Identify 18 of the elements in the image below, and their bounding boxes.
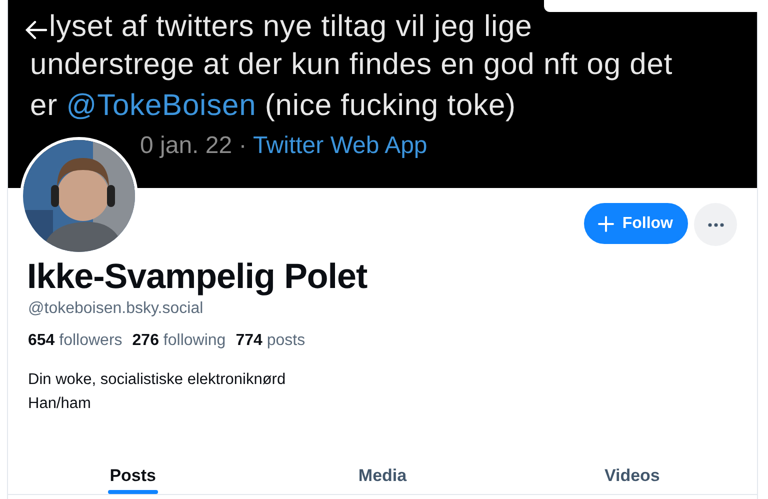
bio-text: Han/ham xyxy=(28,394,92,414)
tweet-text-line: understrege at der kun findes en god nft og det xyxy=(30,47,673,83)
profile-tab[interactable]: Posts xyxy=(110,440,156,494)
tweet-text-line: er @TokeBoisen (nice fucking toke) xyxy=(30,88,516,124)
user-handle: @tokeboisen.bsky.social xyxy=(28,299,204,319)
more-icon xyxy=(708,222,724,226)
tweet-meta-text: 0 jan. 22 · Twitter Web App xyxy=(139,131,428,161)
plus-icon xyxy=(598,216,614,232)
display-name: Ikke-Svampelig Polet xyxy=(27,256,368,298)
profile-tab[interactable]: Videos xyxy=(604,440,660,494)
tweet-text-line: lyset af twitters nye tiltag vil jeg lige xyxy=(49,10,532,44)
stat-link[interactable]: 654 followers xyxy=(28,329,122,353)
follow-button[interactable]: Follow xyxy=(584,203,688,244)
stat-link[interactable]: 774 posts xyxy=(236,329,306,353)
stat-link[interactable]: 276 following xyxy=(132,329,226,353)
profile-tab[interactable]: Media xyxy=(358,440,407,494)
back-arrow-icon[interactable] xyxy=(25,20,47,40)
bio-text: Din woke, socialistiske elektroniknørd xyxy=(28,370,287,390)
